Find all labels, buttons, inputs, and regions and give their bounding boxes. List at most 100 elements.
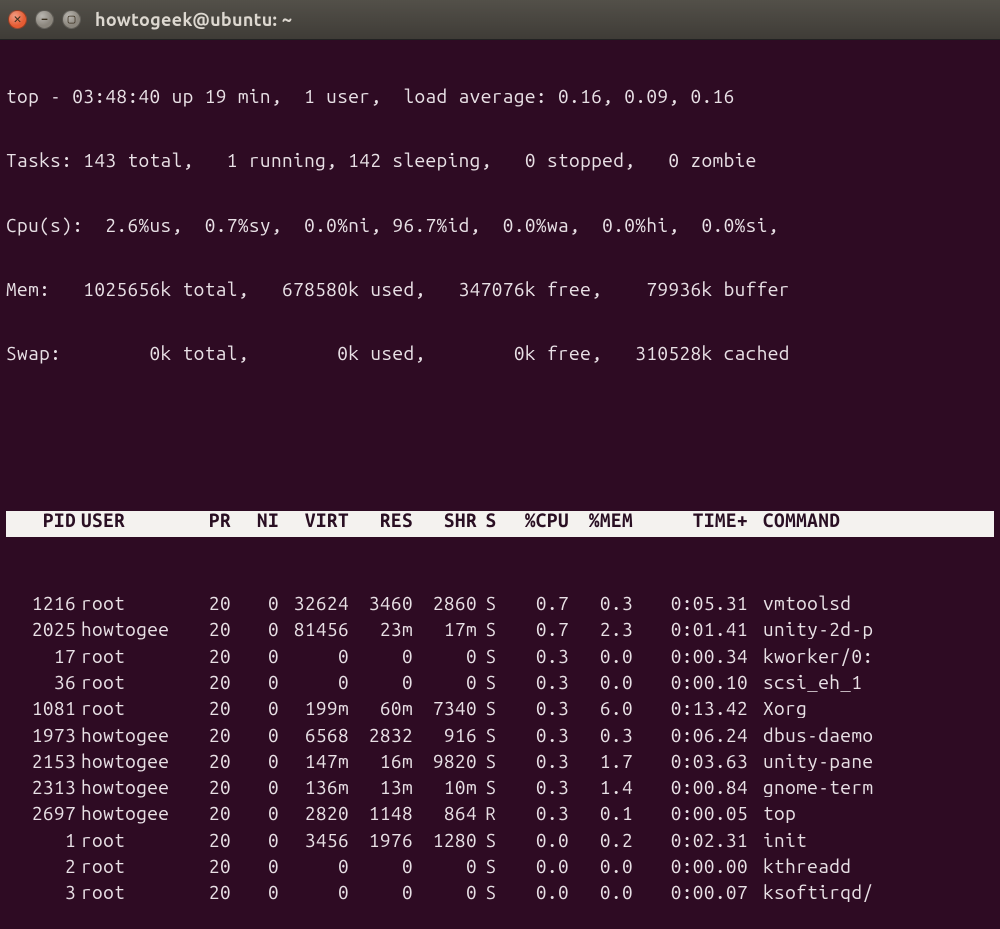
cell-s: S	[477, 594, 505, 613]
cell-cpu: 0.0	[505, 831, 569, 850]
cell-user: root	[76, 594, 176, 613]
cell-time: 0:03.63	[633, 752, 748, 771]
cell-time: 0:00.00	[633, 857, 748, 876]
minimize-icon: –	[41, 13, 48, 26]
cell-virt: 0	[279, 883, 349, 902]
cell-time: 0:13.42	[633, 699, 748, 718]
cell-pr: 20	[176, 726, 231, 745]
cell-ni: 0	[231, 752, 279, 771]
cell-pr: 20	[176, 620, 231, 639]
process-row: 3root200000S0.00.00:00.07ksoftirqd/	[6, 883, 994, 909]
col-ni: NI	[231, 511, 279, 530]
process-row: 36root200000S0.30.00:00.10scsi_eh_1	[6, 673, 994, 699]
spacer	[6, 408, 994, 434]
cell-pr: 20	[176, 804, 231, 823]
cell-cmd: unity-2d-p	[748, 620, 994, 639]
cell-s: S	[477, 647, 505, 666]
cell-cmd: top	[748, 804, 994, 823]
cell-virt: 2820	[279, 804, 349, 823]
cell-cmd: kthreadd	[748, 857, 994, 876]
col-s: S	[477, 511, 505, 530]
cell-pid: 2697	[6, 804, 76, 823]
close-icon: ✕	[14, 13, 22, 26]
cell-pid: 3	[6, 883, 76, 902]
cell-mem: 0.0	[569, 673, 633, 692]
process-row: 17root200000S0.30.00:00.34kworker/0:	[6, 647, 994, 673]
cell-pr: 20	[176, 752, 231, 771]
cell-time: 0:06.24	[633, 726, 748, 745]
cell-shr: 9820	[413, 752, 477, 771]
cell-pr: 20	[176, 594, 231, 613]
window-titlebar: ✕ – ▢ howtogeek@ubuntu: ~	[0, 0, 1000, 40]
cell-cpu: 0.3	[505, 647, 569, 666]
minimize-button[interactable]: –	[35, 10, 54, 29]
cell-shr: 0	[413, 647, 477, 666]
cell-virt: 32624	[279, 594, 349, 613]
col-cpu: %CPU	[505, 511, 569, 530]
cell-mem: 0.3	[569, 726, 633, 745]
cell-s: S	[477, 752, 505, 771]
maximize-icon: ▢	[68, 13, 76, 26]
cell-ni: 0	[231, 647, 279, 666]
window-controls: ✕ – ▢	[8, 10, 81, 29]
cell-pr: 20	[176, 699, 231, 718]
cell-virt: 147m	[279, 752, 349, 771]
cell-res: 3460	[349, 594, 413, 613]
cell-s: S	[477, 831, 505, 850]
cell-s: R	[477, 804, 505, 823]
cell-pid: 2025	[6, 620, 76, 639]
process-list: 1216root2003262434602860S0.70.30:05.31vm…	[6, 594, 994, 910]
cell-cmd: ksoftirqd/	[748, 883, 994, 902]
cell-mem: 1.4	[569, 778, 633, 797]
cell-virt: 199m	[279, 699, 349, 718]
cell-virt: 0	[279, 857, 349, 876]
cell-res: 16m	[349, 752, 413, 771]
process-row: 1216root2003262434602860S0.70.30:05.31vm…	[6, 594, 994, 620]
cell-pr: 20	[176, 778, 231, 797]
cell-shr: 0	[413, 857, 477, 876]
cell-cpu: 0.3	[505, 726, 569, 745]
cell-pid: 2313	[6, 778, 76, 797]
maximize-button[interactable]: ▢	[62, 10, 81, 29]
cell-pr: 20	[176, 831, 231, 850]
cell-shr: 10m	[413, 778, 477, 797]
cell-ni: 0	[231, 594, 279, 613]
cell-pid: 2153	[6, 752, 76, 771]
cell-virt: 136m	[279, 778, 349, 797]
terminal-output[interactable]: top - 03:48:40 up 19 min, 1 user, load a…	[0, 40, 1000, 929]
process-row: 2root200000S0.00.00:00.00kthreadd	[6, 857, 994, 883]
cell-virt: 6568	[279, 726, 349, 745]
cell-ni: 0	[231, 673, 279, 692]
cell-shr: 1280	[413, 831, 477, 850]
cell-time: 0:00.84	[633, 778, 748, 797]
cell-pr: 20	[176, 857, 231, 876]
cell-ni: 0	[231, 804, 279, 823]
col-mem: %MEM	[569, 511, 633, 530]
top-mem-line: Mem: 1025656k total, 678580k used, 34707…	[6, 280, 790, 306]
close-button[interactable]: ✕	[8, 10, 27, 29]
cell-ni: 0	[231, 726, 279, 745]
cell-virt: 0	[279, 647, 349, 666]
cell-virt: 81456	[279, 620, 349, 639]
cell-shr: 0	[413, 673, 477, 692]
cell-user: root	[76, 831, 176, 850]
cell-mem: 0.0	[569, 647, 633, 666]
col-shr: SHR	[413, 511, 477, 530]
cell-res: 23m	[349, 620, 413, 639]
process-header: PID USER PR NI VIRT RES SHR S %CPU %MEM …	[6, 511, 994, 537]
process-row: 2025howtogee2008145623m17mS0.72.30:01.41…	[6, 620, 994, 646]
cell-time: 0:00.10	[633, 673, 748, 692]
top-tasks-line: Tasks: 143 total, 1 running, 142 sleepin…	[6, 151, 757, 177]
cell-user: howtogee	[76, 620, 176, 639]
cell-mem: 1.7	[569, 752, 633, 771]
cell-user: howtogee	[76, 778, 176, 797]
cell-res: 13m	[349, 778, 413, 797]
cell-time: 0:01.41	[633, 620, 748, 639]
cell-ni: 0	[231, 831, 279, 850]
cell-user: howtogee	[76, 752, 176, 771]
top-cpu-line: Cpu(s): 2.6%us, 0.7%sy, 0.0%ni, 96.7%id,…	[6, 216, 779, 242]
cell-mem: 2.3	[569, 620, 633, 639]
cell-res: 0	[349, 647, 413, 666]
cell-cpu: 0.7	[505, 620, 569, 639]
cell-pid: 2	[6, 857, 76, 876]
